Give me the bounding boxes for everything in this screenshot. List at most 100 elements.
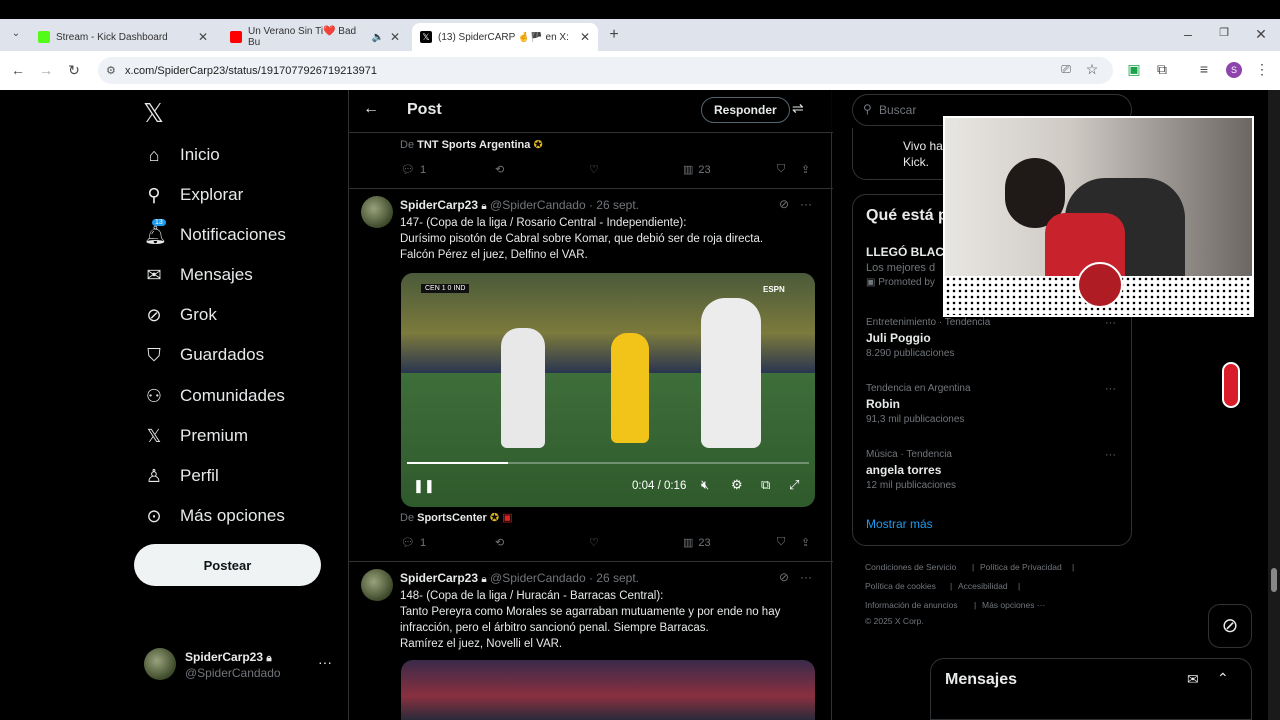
- extensions-icon[interactable]: ⧉: [1154, 61, 1170, 78]
- new-tab-icon[interactable]: +: [606, 26, 622, 44]
- avatar[interactable]: [361, 196, 393, 228]
- author-name[interactable]: SpiderCarp23: [400, 198, 478, 212]
- sidebar-item-perfil[interactable]: ♙ Perfil: [144, 461, 219, 491]
- search-icon: ⚲: [147, 184, 161, 205]
- video-progress-track[interactable]: [407, 462, 809, 464]
- tab-youtube[interactable]: Un Verano Sin Ti❤️ Bad Bu 🔈 ✕: [222, 23, 408, 51]
- close-icon[interactable]: ✕: [198, 30, 208, 44]
- sidebar-item-mensajes[interactable]: ✉ Mensajes: [144, 260, 252, 290]
- share-icon[interactable]: ⇪: [801, 163, 810, 176]
- more-icon[interactable]: ···: [800, 570, 812, 584]
- footer-link[interactable]: Política de cookies: [865, 581, 936, 591]
- chevron-up-icon[interactable]: ⌃: [1217, 670, 1229, 687]
- site-settings-icon[interactable]: ⚙: [106, 64, 116, 77]
- show-more-link[interactable]: Mostrar más: [866, 517, 933, 531]
- like-icon[interactable]: ♡: [589, 536, 599, 549]
- back-icon[interactable]: ←: [10, 62, 26, 78]
- trend-item[interactable]: Música · Tendencia angela torres 12 mil …: [866, 449, 956, 491]
- more-icon[interactable]: ···: [1105, 449, 1116, 461]
- video-player[interactable]: CEN 1 0 IND ESPN ❚❚ 0:04 / 0:16 🔇︎ ⚙ ⧉ ⤢: [401, 273, 815, 507]
- promoted-trend[interactable]: LLEGÓ BLACK Los mejores d ▣ Promoted by: [866, 245, 953, 288]
- mute-icon[interactable]: 🔇︎: [701, 477, 709, 493]
- footer-link[interactable]: Condiciones de Servicio: [865, 562, 956, 572]
- views-action[interactable]: ▥ 23: [683, 163, 711, 177]
- reply-action[interactable]: 💬︎ 1: [401, 163, 426, 177]
- fullscreen-icon[interactable]: ⤢: [789, 477, 799, 493]
- settings-icon[interactable]: ⚙: [731, 477, 743, 493]
- url-field[interactable]: ⚙ x.com/SpiderCarp23/status/191707792671…: [98, 57, 1113, 84]
- sidebar-item-notificaciones[interactable]: 🔔︎ 13 Notificaciones: [144, 218, 286, 250]
- avatar[interactable]: [361, 569, 393, 601]
- sidebar-item-explorar[interactable]: ⚲ Explorar: [144, 180, 243, 210]
- reload-icon[interactable]: ↻: [66, 62, 82, 79]
- more-icon[interactable]: ···: [1105, 317, 1116, 329]
- bookmark-icon[interactable]: ⛉: [777, 536, 785, 549]
- footer-link[interactable]: Información de anuncios: [865, 600, 958, 610]
- filter-icon[interactable]: ⇌: [792, 100, 804, 117]
- x-logo-icon[interactable]: 𝕏: [143, 98, 164, 129]
- account-switcher[interactable]: SpiderCarp23 🔒︎ @SpiderCandado ···: [144, 646, 340, 682]
- tab-x[interactable]: 𝕏 (13) SpiderCARP 🤞🏴 en X: "1 ✕: [412, 23, 598, 51]
- footer-link[interactable]: Política de Privacidad: [980, 562, 1062, 572]
- reply-button[interactable]: Responder: [701, 97, 790, 123]
- new-message-icon[interactable]: ✉: [1187, 671, 1199, 688]
- author-handle[interactable]: @SpiderCandado: [490, 198, 586, 212]
- mail-icon: ✉: [146, 264, 162, 285]
- more-icon[interactable]: ···: [1105, 383, 1116, 395]
- sidebar-item-mas-opciones[interactable]: ⊙ Más opciones: [144, 501, 284, 531]
- bookmark-icon[interactable]: ⛉: [777, 163, 785, 176]
- author-name[interactable]: SpiderCarp23: [400, 571, 478, 585]
- more-icon[interactable]: ···: [800, 197, 812, 211]
- repost-icon[interactable]: ⟲: [495, 163, 504, 176]
- back-arrow-icon[interactable]: ←: [363, 100, 379, 118]
- tab-kick[interactable]: Stream - Kick Dashboard ✕: [30, 23, 216, 51]
- window-close-icon[interactable]: ✕: [1253, 26, 1269, 43]
- trend-name: angela torres: [866, 463, 942, 477]
- author-handle[interactable]: @SpiderCandado: [490, 571, 586, 585]
- close-icon[interactable]: ✕: [580, 30, 590, 44]
- star-icon[interactable]: ☆: [1084, 61, 1100, 78]
- sidebar-item-premium[interactable]: 𝕏 Premium: [144, 421, 248, 451]
- messages-title: Mensajes: [945, 671, 1018, 688]
- reply-action[interactable]: 💬︎ 1: [401, 536, 427, 550]
- trend-context: Tendencia en Argentina: [866, 383, 971, 394]
- source-link[interactable]: TNT Sports Argentina: [417, 139, 530, 151]
- minimize-icon[interactable]: –: [1180, 26, 1196, 42]
- share-icon[interactable]: ⇪: [801, 536, 810, 549]
- sidebar-item-grok[interactable]: ⊘ Grok: [144, 300, 216, 330]
- speaker-icon[interactable]: 🔈: [371, 32, 383, 43]
- extension-green-icon[interactable]: ▣: [1126, 61, 1142, 78]
- video-thumbnail[interactable]: [401, 660, 815, 720]
- post-date[interactable]: 26 sept.: [596, 571, 639, 585]
- media-icon[interactable]: ≡: [1196, 61, 1212, 77]
- post-button[interactable]: Postear: [134, 544, 321, 586]
- like-icon[interactable]: ♡: [589, 163, 599, 176]
- sidebar-item-inicio[interactable]: ⌂ Inicio: [144, 140, 220, 170]
- grok-icon[interactable]: ⊘: [779, 570, 789, 584]
- grok-float-button[interactable]: ⊘: [1208, 604, 1252, 648]
- tab-search-icon[interactable]: ⌄: [8, 28, 24, 39]
- post-date[interactable]: 26 sept.: [596, 198, 639, 212]
- pause-icon[interactable]: ❚❚: [413, 478, 435, 494]
- restore-icon[interactable]: ❐: [1216, 26, 1232, 39]
- scrollbar-thumb[interactable]: [1271, 568, 1277, 592]
- cast-icon[interactable]: ⎚: [1058, 62, 1074, 77]
- footer-link[interactable]: Más opciones ···: [982, 600, 1045, 610]
- sidebar-item-comunidades[interactable]: ⚇ Comunidades: [144, 381, 285, 411]
- footer-link[interactable]: Accesibilidad: [958, 581, 1008, 591]
- source-link[interactable]: SportsCenter: [417, 512, 487, 524]
- scrollbar[interactable]: [1268, 90, 1280, 720]
- reply-count: 1: [419, 536, 427, 549]
- messages-drawer[interactable]: Mensajes ✉ ⌃: [930, 658, 1252, 720]
- profile-avatar[interactable]: S: [1226, 62, 1242, 78]
- forward-icon[interactable]: →: [38, 62, 54, 78]
- pip-icon[interactable]: ⧉: [761, 477, 770, 493]
- menu-icon[interactable]: ⋮: [1254, 61, 1270, 78]
- close-icon[interactable]: ✕: [390, 30, 400, 44]
- grok-icon[interactable]: ⊘: [779, 197, 789, 211]
- trend-item[interactable]: Entretenimiento · Tendencia Juli Poggio …: [866, 317, 990, 359]
- trend-item[interactable]: Tendencia en Argentina Robin 91,3 mil pu…: [866, 383, 971, 425]
- sidebar-item-guardados[interactable]: ⛉ Guardados: [144, 340, 264, 370]
- repost-icon[interactable]: ⟲: [495, 536, 504, 549]
- views-action[interactable]: ▥ 23: [683, 536, 711, 550]
